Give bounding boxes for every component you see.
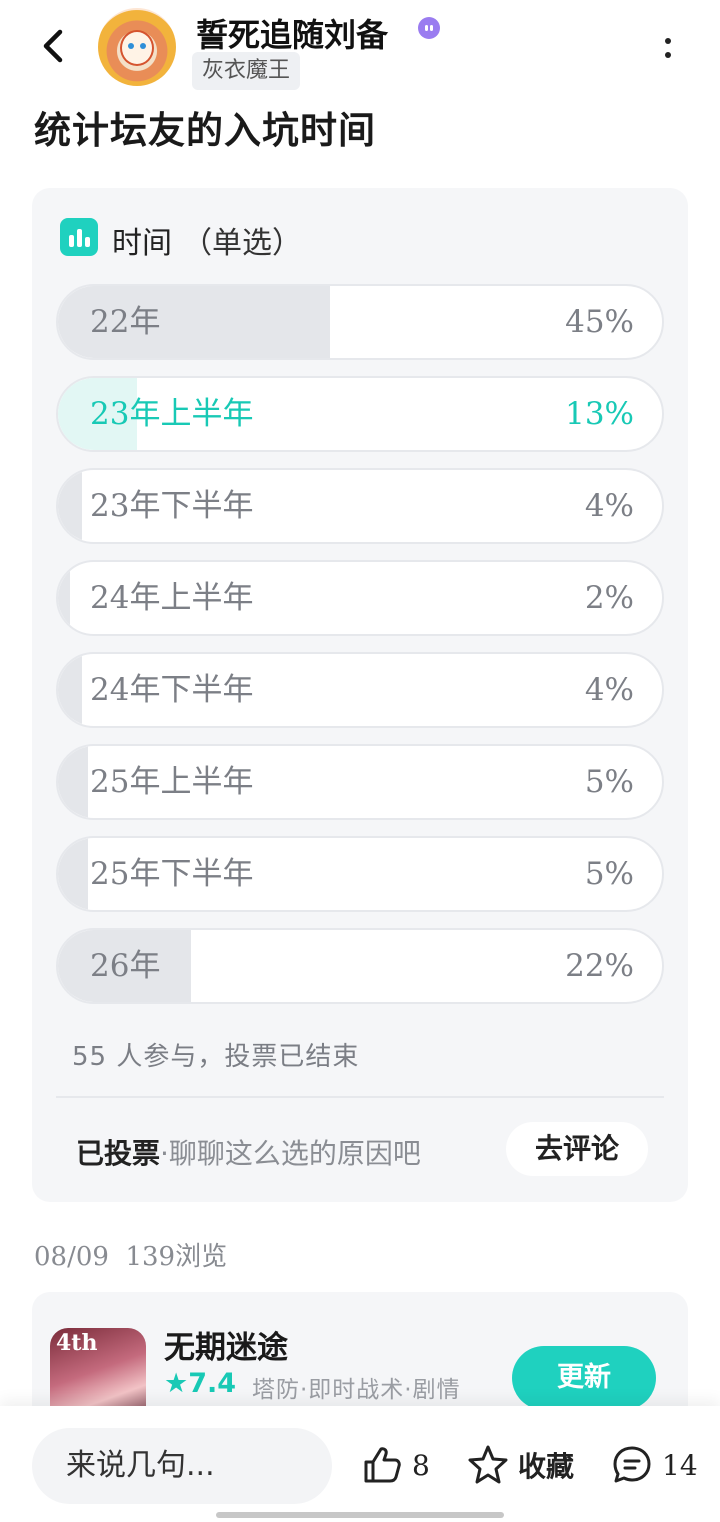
poll-participation: 55 人参与，投票已结束: [72, 1042, 360, 1072]
poll-option[interactable]: 23年上半年 13%: [56, 376, 664, 452]
poll-option-fill: [58, 562, 71, 634]
poll-option-fill: [58, 654, 83, 726]
more-vertical-icon: [665, 38, 671, 44]
poll-option-label: 22年: [90, 304, 161, 340]
poll-option-percent: 4%: [584, 672, 634, 708]
comment-bubble-icon: [613, 1446, 651, 1483]
poll-option-label: 24年上半年: [90, 580, 254, 616]
app-icon-text: 4th: [56, 1330, 98, 1356]
app-tags: 塔防·即时战术·剧情: [252, 1377, 461, 1403]
poll-question-label: 时间: [112, 226, 172, 261]
bottom-action-bar: 来说几句... 8 收藏 14: [0, 1406, 720, 1522]
poll-select-mode: （单选）: [182, 226, 302, 261]
poll-option-percent: 22%: [565, 948, 634, 984]
verified-badge-icon: [418, 17, 440, 39]
post-date: 08/09: [34, 1242, 109, 1272]
poll-option-percent: 5%: [584, 856, 634, 892]
poll-option-fill: [58, 746, 89, 818]
post-meta: 08/09 139浏览: [34, 1236, 227, 1273]
avatar-eye: [140, 43, 146, 49]
favorite-label: 收藏: [518, 1450, 575, 1483]
back-arrow-icon: [43, 29, 63, 63]
app-rating: ★7.4: [164, 1368, 237, 1399]
avatar-face: [120, 30, 154, 66]
home-indicator: [216, 1512, 504, 1518]
poll-option-fill: [58, 838, 89, 910]
poll-option[interactable]: 24年上半年 2%: [56, 560, 664, 636]
poll-card: 时间 （单选） 22年 45% 23年上半年 13% 23年下半年 4% 24年上半年 2% 24…: [32, 188, 688, 1202]
username[interactable]: 誓死追随刘备: [196, 10, 388, 56]
thumbs-up-icon: [364, 1447, 401, 1483]
more-options-button[interactable]: [656, 30, 680, 70]
like-button[interactable]: 8: [360, 1442, 430, 1488]
comment-count: 14: [662, 1448, 698, 1482]
poll-option-label: 25年下半年: [90, 856, 254, 892]
poll-option[interactable]: 25年上半年 5%: [56, 744, 664, 820]
post-title: 统计坛友的入坑时间: [34, 109, 376, 152]
poll-option[interactable]: 23年下半年 4%: [56, 468, 664, 544]
poll-option-label: 23年上半年: [90, 396, 254, 432]
poll-option[interactable]: 25年下半年 5%: [56, 836, 664, 912]
voted-status: 已投票·聊聊这么选的原因吧: [76, 1132, 421, 1172]
voted-hint: ·聊聊这么选的原因吧: [160, 1137, 421, 1170]
poll-option-percent: 2%: [584, 580, 634, 616]
poll-option-label: 23年下半年: [90, 488, 254, 524]
update-button[interactable]: 更新: [512, 1346, 656, 1410]
header: 誓死追随刘备 灰衣魔王: [0, 0, 720, 96]
poll-option-percent: 13%: [565, 396, 634, 432]
poll-question: 时间 （单选）: [112, 218, 302, 262]
poll-option[interactable]: 24年下半年 4%: [56, 652, 664, 728]
avatar-eye: [128, 43, 134, 49]
poll-option-percent: 5%: [584, 764, 634, 800]
more-vertical-icon: [665, 52, 671, 58]
go-comment-button[interactable]: 去评论: [506, 1122, 648, 1176]
app-name[interactable]: 无期迷途: [164, 1322, 288, 1367]
avatar[interactable]: [98, 8, 176, 86]
poll-option[interactable]: 26年 22%: [56, 928, 664, 1004]
divider: [56, 1096, 664, 1098]
poll-option-label: 24年下半年: [90, 672, 254, 708]
favorite-button[interactable]: 收藏: [466, 1442, 574, 1488]
poll-option-label: 26年: [90, 948, 161, 984]
like-count: 8: [412, 1448, 430, 1482]
comment-input[interactable]: 来说几句...: [32, 1428, 332, 1504]
view-count: 139浏览: [125, 1242, 228, 1272]
poll-option[interactable]: 22年 45%: [56, 284, 664, 360]
comments-button[interactable]: 14: [610, 1442, 698, 1488]
back-button[interactable]: [34, 26, 74, 66]
poll-option-percent: 4%: [584, 488, 634, 524]
user-title-tag: 灰衣魔王: [192, 52, 301, 90]
voted-label: 已投票: [76, 1137, 161, 1170]
poll-chart-icon: [60, 218, 98, 256]
star-icon: [468, 1445, 508, 1484]
poll-option-percent: 45%: [565, 304, 634, 340]
poll-option-fill: [58, 470, 83, 542]
poll-option-label: 25年上半年: [90, 764, 254, 800]
